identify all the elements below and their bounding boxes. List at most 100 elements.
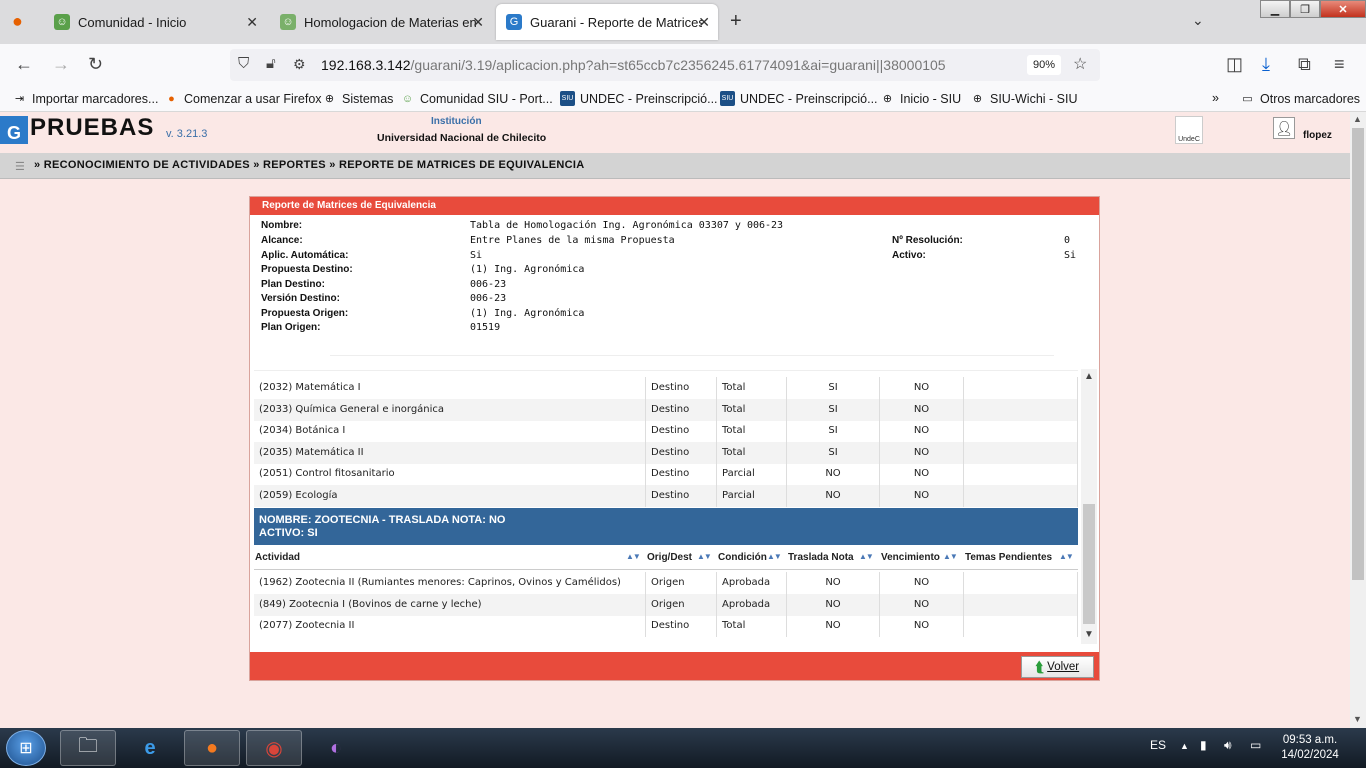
close-icon[interactable]: ✕ xyxy=(698,14,710,31)
chrome-taskbar-icon[interactable]: ◉ xyxy=(246,730,302,766)
tray-expand-icon[interactable]: ▲ xyxy=(1180,741,1189,751)
cell-cond: Parcial xyxy=(717,485,787,507)
reload-icon[interactable]: ↻ xyxy=(88,54,103,75)
sort-icon[interactable]: ▲▼ xyxy=(859,552,874,561)
zoom-indicator[interactable]: 90% xyxy=(1027,55,1061,75)
scroll-down-icon[interactable]: ▼ xyxy=(1084,629,1094,640)
cell-cond: Total xyxy=(717,615,787,638)
bookmark-undec-1[interactable]: SIU UNDEC - Preinscripció... xyxy=(560,91,718,106)
maximize-icon[interactable]: ❐ xyxy=(1290,0,1320,18)
network-icon[interactable]: ▮ xyxy=(1200,738,1207,752)
col-traslada[interactable]: Traslada Nota xyxy=(788,552,854,563)
sort-icon[interactable]: ▲▼ xyxy=(1059,552,1074,561)
cell-orig: Destino xyxy=(646,398,717,421)
explorer-taskbar-icon[interactable]: 🗀︎ xyxy=(60,730,116,766)
close-icon[interactable]: ✕ xyxy=(472,14,484,31)
pocket-icon[interactable]: ◫ xyxy=(1226,54,1243,75)
col-condicion[interactable]: Condición xyxy=(718,552,767,563)
cell-orig: Destino xyxy=(646,463,717,486)
cell-traslada: SI xyxy=(787,377,880,399)
menu-toggle-icon[interactable]: ☰ xyxy=(15,160,25,173)
user-name[interactable]: flopez xyxy=(1303,130,1332,141)
bookmark-undec-2[interactable]: SIU UNDEC - Preinscripció... xyxy=(720,91,878,106)
sort-icon[interactable]: ▲▼ xyxy=(626,552,641,561)
institution-name: Universidad Nacional de Chilecito xyxy=(377,132,547,144)
url-host: 192.168.3.142 xyxy=(321,57,411,73)
page-scrollbar[interactable]: ▲ ▼ xyxy=(1350,112,1366,728)
download-icon[interactable]: ⤓ xyxy=(1262,54,1270,75)
col-temas[interactable]: Temas Pendientes xyxy=(965,552,1052,563)
breadcrumb: » RECONOCIMIENTO DE ACTIVIDADES » REPORT… xyxy=(34,159,585,171)
tab-guarani[interactable]: G Guarani - Reporte de Matrices d ✕ xyxy=(496,4,718,40)
grid-scrollbar[interactable]: ▲ ▼ xyxy=(1081,369,1097,644)
bookmarks-overflow-icon[interactable]: » xyxy=(1212,91,1219,105)
language-indicator[interactable]: ES xyxy=(1150,738,1166,752)
action-center-icon[interactable]: ▭ xyxy=(1250,738,1261,752)
new-tab-icon[interactable]: + xyxy=(730,10,742,33)
scroll-up-icon[interactable]: ▲ xyxy=(1084,371,1094,382)
cell-actividad: (2059) Ecología xyxy=(254,485,646,507)
table-row-partial xyxy=(254,369,1078,371)
url-bar[interactable]: ⛉ 🔓︎ ⚙ 192.168.3.142/guarani/3.19/aplica… xyxy=(230,49,1100,81)
table-row: (2059) Ecología Destino Parcial NO NO xyxy=(254,485,1078,507)
avatar[interactable]: 👤︎ xyxy=(1273,117,1295,139)
ie-taskbar-icon[interactable]: e xyxy=(122,730,178,766)
cell-venc: NO xyxy=(880,463,964,486)
col-vencimiento[interactable]: Vencimiento xyxy=(881,552,940,563)
table-row: (849) Zootecnia I (Bovinos de carne y le… xyxy=(254,593,1078,616)
label-alcance: Alcance: xyxy=(261,235,303,246)
col-orig-dest[interactable]: Orig/Dest xyxy=(647,552,692,563)
label-propuesta-origen: Propuesta Origen: xyxy=(261,308,349,319)
grid-scroll-thumb[interactable] xyxy=(1083,504,1095,624)
permissions-icon[interactable]: ⚙ xyxy=(293,56,306,73)
windows-taskbar: ⊞ 🗀︎ e ● ◉ ◐ ES ▲ ▮ 🔊︎ ▭ 09:53 a.m. 14/0… xyxy=(0,728,1366,768)
start-button[interactable]: ⊞ xyxy=(6,730,46,766)
menu-icon[interactable]: ≡ xyxy=(1334,54,1345,75)
group-title: NOMBRE: ZOOTECNIA - TRASLADA NOTA: NO xyxy=(259,514,506,526)
cell-venc: NO xyxy=(880,441,964,464)
minimize-icon[interactable]: ▁ xyxy=(1260,0,1290,18)
insecure-lock-icon[interactable]: 🔓︎ xyxy=(266,55,276,72)
value-plan-origen: 01519 xyxy=(470,322,501,333)
cell-actividad: (2033) Química General e inorgánica xyxy=(254,398,646,421)
firefox-menu-icon[interactable]: ● xyxy=(12,11,23,32)
volume-icon[interactable]: 🔊︎ xyxy=(1224,738,1232,753)
cell-cond: Aprobada xyxy=(717,572,787,594)
bookmark-comunidad[interactable]: ☺ Comunidad SIU - Port... xyxy=(400,91,553,106)
scroll-down-icon[interactable]: ▼ xyxy=(1353,714,1362,724)
bookmark-import[interactable]: ⇥ Importar marcadores... xyxy=(12,91,159,106)
bookmark-star-icon[interactable]: ☆ xyxy=(1073,54,1087,74)
forward-icon[interactable]: → xyxy=(52,54,70,75)
cell-cond: Total xyxy=(717,441,787,464)
cell-traslada: NO xyxy=(787,615,880,638)
bookmark-sistemas[interactable]: ⊕ Sistemas xyxy=(322,91,394,106)
globe-icon: ⊕ xyxy=(972,93,983,105)
url-text[interactable]: 192.168.3.142/guarani/3.19/aplicacion.ph… xyxy=(321,57,946,73)
table-row: (1962) Zootecnia II (Rumiantes menores: … xyxy=(254,572,1078,594)
scroll-up-icon[interactable]: ▲ xyxy=(1353,114,1362,124)
extensions-icon[interactable]: ⧉ xyxy=(1298,54,1311,75)
page-scroll-thumb[interactable] xyxy=(1352,128,1364,580)
col-actividad[interactable]: Actividad xyxy=(255,552,300,563)
app-taskbar-icon[interactable]: ◐ xyxy=(308,730,364,766)
close-icon[interactable]: ✕ xyxy=(246,14,258,31)
tab-comunidad[interactable]: ☺ Comunidad - Inicio ✕ xyxy=(44,4,266,40)
sort-icon[interactable]: ▲▼ xyxy=(767,552,782,561)
firefox-taskbar-icon[interactable]: ● xyxy=(184,730,240,766)
volver-button[interactable]: ⮬ Volver xyxy=(1021,656,1094,678)
tab-homologacion[interactable]: ☺ Homologacion de Materias ent ✕ xyxy=(270,4,492,40)
cell-temas xyxy=(964,572,1078,594)
bookmark-inicio-siu[interactable]: ⊕ Inicio - SIU xyxy=(880,91,961,106)
shield-icon[interactable]: ⛉ xyxy=(238,55,249,72)
clock[interactable]: 09:53 a.m. 14/02/2024 xyxy=(1275,733,1345,763)
bookmark-otros[interactable]: ▭ Otros marcadores xyxy=(1240,91,1360,106)
people-icon: ☺ xyxy=(280,14,296,30)
chevron-down-icon[interactable]: ⌄ xyxy=(1192,12,1204,29)
guarani-logo-icon[interactable]: G xyxy=(0,116,28,144)
bookmark-firefox[interactable]: ● Comenzar a usar Firefox xyxy=(164,91,321,106)
sort-icon[interactable]: ▲▼ xyxy=(697,552,712,561)
bookmark-siu-wichi[interactable]: ⊕ SIU-Wichi - SIU xyxy=(970,91,1078,106)
sort-icon[interactable]: ▲▼ xyxy=(943,552,958,561)
close-window-icon[interactable]: ✕ xyxy=(1320,0,1366,18)
back-icon[interactable]: ← xyxy=(15,54,33,75)
